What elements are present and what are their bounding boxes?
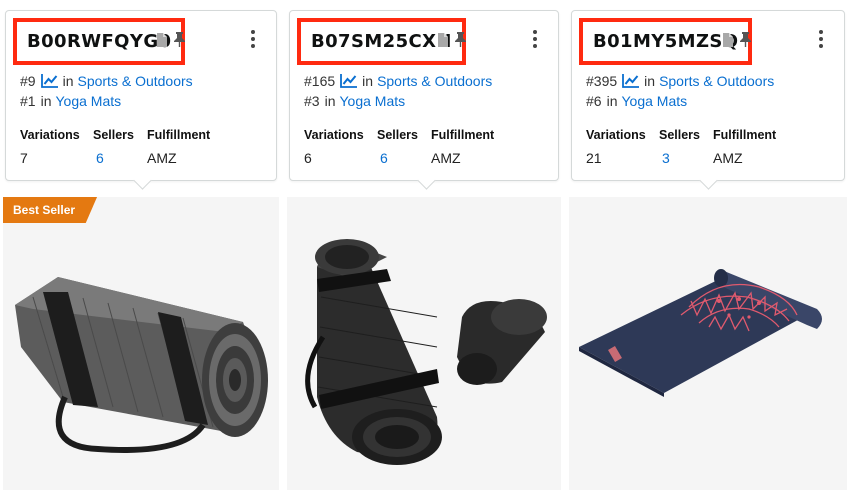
copy-icon[interactable] [437, 33, 448, 47]
in-label: in [324, 93, 336, 109]
chart-trend-icon[interactable] [622, 74, 640, 88]
asin-text[interactable]: B07SM25CXH [311, 31, 452, 52]
pin-icon[interactable] [739, 32, 752, 47]
fulfillment-value: AMZ [147, 150, 177, 166]
gray-rolled-yoga-mat-image[interactable] [3, 197, 279, 490]
product-card: B07SM25CXH #165 in Sports & Outdoors #3 … [284, 0, 564, 490]
category-link-sub[interactable]: Yoga Mats [55, 93, 121, 109]
category-link-sub[interactable]: Yoga Mats [621, 93, 687, 109]
sellers-link[interactable]: 6 [380, 150, 388, 166]
in-label: in [62, 73, 74, 89]
chart-trend-icon[interactable] [40, 74, 58, 88]
in-label: in [40, 93, 52, 109]
in-label: in [362, 73, 374, 89]
variations-value: 21 [586, 150, 602, 166]
variations-header: Variations [586, 128, 646, 142]
rank-number: #6 [586, 93, 602, 109]
rank-number: #1 [20, 93, 36, 109]
more-options-icon[interactable] [533, 30, 537, 48]
navy-mandala-yoga-mat-image[interactable] [569, 197, 847, 490]
pin-icon[interactable] [173, 32, 186, 47]
more-options-icon[interactable] [819, 30, 823, 48]
copy-icon[interactable] [156, 33, 167, 47]
category-link-sub[interactable]: Yoga Mats [339, 93, 405, 109]
main-category-rank: #165 in Sports & Outdoors [304, 73, 492, 89]
rank-number: #9 [20, 73, 36, 89]
sellers-header: Sellers [659, 128, 701, 142]
category-link-main[interactable]: Sports & Outdoors [659, 73, 774, 89]
rank-number: #3 [304, 93, 320, 109]
sellers-link[interactable]: 6 [96, 150, 104, 166]
variations-value: 7 [20, 150, 28, 166]
pin-icon[interactable] [454, 32, 467, 47]
variations-value: 6 [304, 150, 312, 166]
variations-header: Variations [20, 128, 80, 142]
asin-text[interactable]: B00RWFQYG0 [27, 31, 171, 52]
category-link-main[interactable]: Sports & Outdoors [77, 73, 192, 89]
sub-category-rank: #3 in Yoga Mats [304, 93, 405, 109]
sub-category-rank: #6 in Yoga Mats [586, 93, 687, 109]
product-image-area[interactable] [569, 197, 847, 490]
product-info-popover: B00RWFQYG0 #9 in Sports & Outdoors #1 in… [5, 10, 277, 181]
best-seller-badge: Best Seller [3, 197, 98, 223]
sellers-header: Sellers [377, 128, 419, 142]
sellers-link[interactable]: 3 [662, 150, 670, 166]
category-link-main[interactable]: Sports & Outdoors [377, 73, 492, 89]
product-card: B01MY5MZSQ #395 in Sports & Outdoors #6 … [566, 0, 850, 490]
fulfillment-header: Fulfillment [431, 128, 495, 142]
sub-category-rank: #1 in Yoga Mats [20, 93, 121, 109]
product-image-area[interactable] [287, 197, 561, 490]
chart-trend-icon[interactable] [340, 74, 358, 88]
rank-number: #165 [304, 73, 336, 89]
black-rolled-yoga-mat-image[interactable] [287, 197, 561, 490]
asin-text[interactable]: B01MY5MZSQ [593, 31, 738, 52]
in-label: in [606, 93, 618, 109]
more-options-icon[interactable] [251, 30, 255, 48]
product-info-popover: B01MY5MZSQ #395 in Sports & Outdoors #6 … [571, 10, 845, 181]
product-image-area[interactable]: Best Seller [3, 197, 279, 490]
product-info-popover: B07SM25CXH #165 in Sports & Outdoors #3 … [289, 10, 559, 181]
rank-number: #395 [586, 73, 618, 89]
variations-header: Variations [304, 128, 364, 142]
fulfillment-header: Fulfillment [147, 128, 211, 142]
product-card: B00RWFQYG0 #9 in Sports & Outdoors #1 in… [0, 0, 282, 490]
main-category-rank: #9 in Sports & Outdoors [20, 73, 193, 89]
sellers-header: Sellers [93, 128, 135, 142]
fulfillment-header: Fulfillment [713, 128, 777, 142]
in-label: in [644, 73, 656, 89]
fulfillment-value: AMZ [713, 150, 743, 166]
main-category-rank: #395 in Sports & Outdoors [586, 73, 774, 89]
fulfillment-value: AMZ [431, 150, 461, 166]
copy-icon[interactable] [722, 33, 733, 47]
